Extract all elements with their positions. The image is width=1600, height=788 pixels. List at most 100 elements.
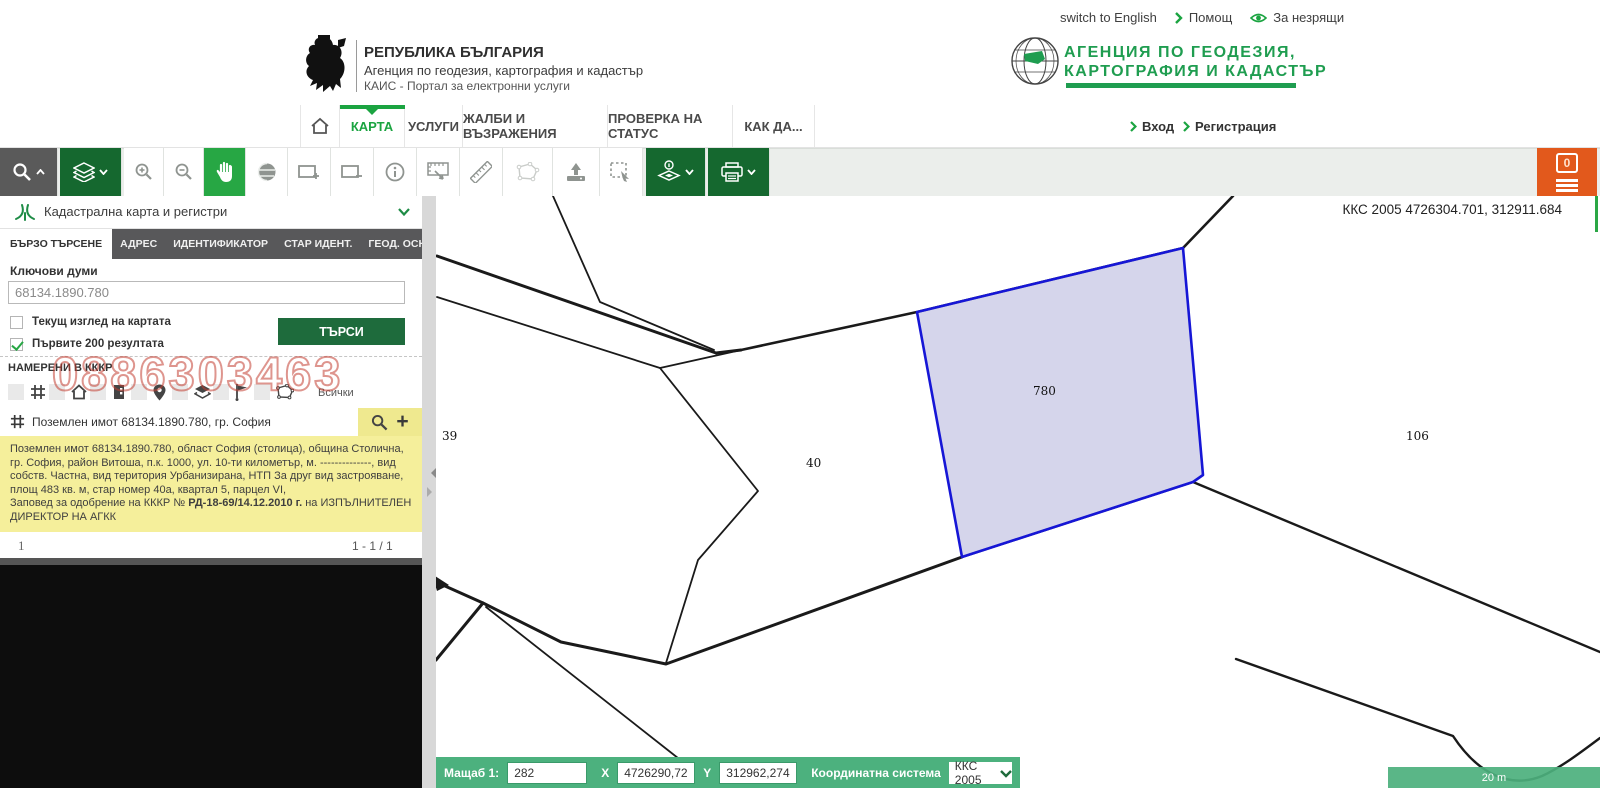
collapse-panel-arrow-icon[interactable]	[426, 468, 436, 478]
map-pin-filter-icon[interactable]	[153, 384, 166, 401]
nav-tab-services[interactable]: УСЛУГИ	[405, 105, 463, 147]
filter-chip-polygon[interactable]	[254, 384, 270, 400]
panel-empty-area	[0, 565, 422, 788]
chevron-right-icon	[1130, 121, 1137, 132]
login-link[interactable]: Вход	[1130, 119, 1174, 134]
filter-all-link[interactable]: Всички	[318, 387, 354, 399]
chevron-up-icon	[36, 169, 45, 175]
nav-label: УСЛУГИ	[408, 119, 459, 134]
grid-filter-icon[interactable]	[30, 384, 46, 400]
home-filter-icon[interactable]	[71, 384, 87, 400]
upload-button[interactable]	[553, 148, 600, 196]
layers-tool-button[interactable]	[60, 148, 122, 196]
parcel-label: 40	[806, 456, 821, 470]
found-heading: НАМЕРЕНИ В КККР	[8, 362, 112, 374]
parcel-result-icon	[10, 414, 25, 429]
filter-chip-flag[interactable]	[213, 384, 229, 400]
highlighted-parcel-780[interactable]	[917, 248, 1203, 557]
crs-value: ККС 2005	[955, 759, 1006, 787]
flag-filter-icon[interactable]	[235, 384, 249, 401]
result-order-prefix: Заповед за одобрение на КККР №	[10, 497, 188, 509]
search-tool-button[interactable]	[0, 148, 58, 196]
zoom-out-button[interactable]	[164, 148, 204, 196]
nav-tab-how-to[interactable]: КАК ДА...	[733, 105, 815, 147]
pan-tool-button[interactable]	[204, 148, 246, 196]
first-200-checkbox[interactable]	[10, 338, 23, 351]
menu-line	[1556, 179, 1578, 182]
page-number[interactable]: 1	[18, 538, 25, 554]
result-actions: +	[358, 408, 422, 436]
measure-distance-button[interactable]	[460, 148, 503, 196]
chevron-down-icon	[685, 169, 694, 175]
building-filter-icon[interactable]	[112, 384, 126, 400]
filter-chip-layers[interactable]	[172, 384, 188, 400]
nav-tab-complaints[interactable]: ЖАЛБИ И ВЪЗРАЖЕНИЯ	[463, 105, 608, 147]
zoom-in-button[interactable]	[124, 148, 164, 196]
keywords-input[interactable]	[8, 281, 405, 304]
zoom-rect-in-button[interactable]	[288, 148, 331, 196]
filter-chip-point[interactable]	[131, 384, 147, 400]
draw-polygon-button[interactable]	[503, 148, 553, 196]
search-submit-button[interactable]: ТЪРСИ	[278, 318, 405, 345]
filter-chip-parcel[interactable]	[49, 384, 65, 400]
filter-chip-none[interactable]	[8, 384, 24, 400]
x-coordinate-input[interactable]	[617, 762, 695, 784]
filter-chip-building[interactable]	[90, 384, 106, 400]
cart-menu-button[interactable]: 0	[1537, 148, 1597, 196]
polygon-icon	[516, 162, 540, 182]
info-icon	[385, 162, 405, 182]
select-features-button[interactable]	[600, 148, 643, 196]
current-view-checkbox[interactable]	[10, 316, 23, 329]
world-extent-button[interactable]	[246, 148, 288, 196]
add-result-icon[interactable]: +	[396, 412, 408, 432]
cursor-coordinates-readout: ККС 2005 4726304.701, 312911.684	[1330, 202, 1562, 217]
register-link[interactable]: Регистрация	[1183, 119, 1276, 134]
nav-tab-status-check[interactable]: ПРОВЕРКА НА СТАТУС	[608, 105, 733, 147]
section-separator	[0, 356, 422, 357]
tab-address[interactable]: АДРЕС	[112, 229, 165, 259]
switch-language-label: switch to English	[1060, 10, 1157, 25]
panel-collapse-chevron-icon[interactable]	[398, 208, 410, 216]
active-tab-indicator	[340, 105, 405, 109]
agency-logo-line1: АГЕНЦИЯ ПО ГЕОДЕЗИЯ,	[1064, 44, 1296, 62]
y-coordinate-input[interactable]	[719, 762, 797, 784]
map-status-bar: Мащаб 1: X Y Координатна система ККС 200…	[436, 757, 1020, 788]
current-view-label: Текущ изглед на картата	[32, 316, 171, 328]
identify-layers-button[interactable]	[646, 148, 706, 196]
nav-home-button[interactable]	[300, 105, 340, 147]
switch-language-link[interactable]: switch to English	[1060, 10, 1157, 25]
zoom-in-icon	[134, 162, 154, 182]
tab-quick-search[interactable]: БЪРЗО ТЪРСЕНЕ	[0, 229, 112, 259]
agency-globe-logo	[1010, 34, 1060, 88]
cadastral-map-icon[interactable]	[14, 203, 36, 221]
polygon-filter-icon[interactable]	[276, 384, 294, 400]
scale-input[interactable]	[507, 762, 587, 784]
zoom-rect-out-button[interactable]	[331, 148, 374, 196]
scale-label: Мащаб 1:	[444, 766, 499, 780]
accessibility-link[interactable]: За незрящи	[1250, 10, 1344, 25]
chevron-right-icon	[1175, 12, 1183, 24]
cadastral-map-graphics[interactable]	[436, 196, 1600, 788]
rect-zoom-out-icon	[341, 163, 363, 181]
layers-filter-icon[interactable]	[194, 384, 211, 400]
globe-icon	[257, 162, 277, 182]
accessibility-label: За незрящи	[1273, 10, 1344, 25]
parcel-label: 780	[1033, 384, 1056, 398]
crs-select-chevron-icon[interactable]	[1000, 770, 1012, 778]
info-tool-button[interactable]	[374, 148, 417, 196]
first-200-label: Първите 200 резултата	[32, 338, 164, 350]
nav-label: ПРОВЕРКА НА СТАТУС	[608, 111, 732, 141]
result-detail-text: Поземлен имот 68134.1890.780, област Соф…	[10, 443, 404, 496]
map-edge-marker	[1595, 196, 1598, 232]
agency-logo-underline	[1066, 83, 1296, 88]
zoom-to-result-icon[interactable]	[371, 414, 388, 431]
search-icon	[12, 162, 32, 182]
tab-label: СТАР ИДЕНТ.	[284, 238, 352, 250]
help-link[interactable]: Помощ	[1175, 10, 1232, 25]
layers-icon	[73, 162, 95, 182]
measure-area-button[interactable]	[417, 148, 460, 196]
x-label: X	[601, 766, 609, 780]
print-button[interactable]	[708, 148, 770, 196]
tab-identifier[interactable]: ИДЕНТИФИКАТОР	[165, 229, 276, 259]
tab-old-identifier[interactable]: СТАР ИДЕНТ.	[276, 229, 360, 259]
